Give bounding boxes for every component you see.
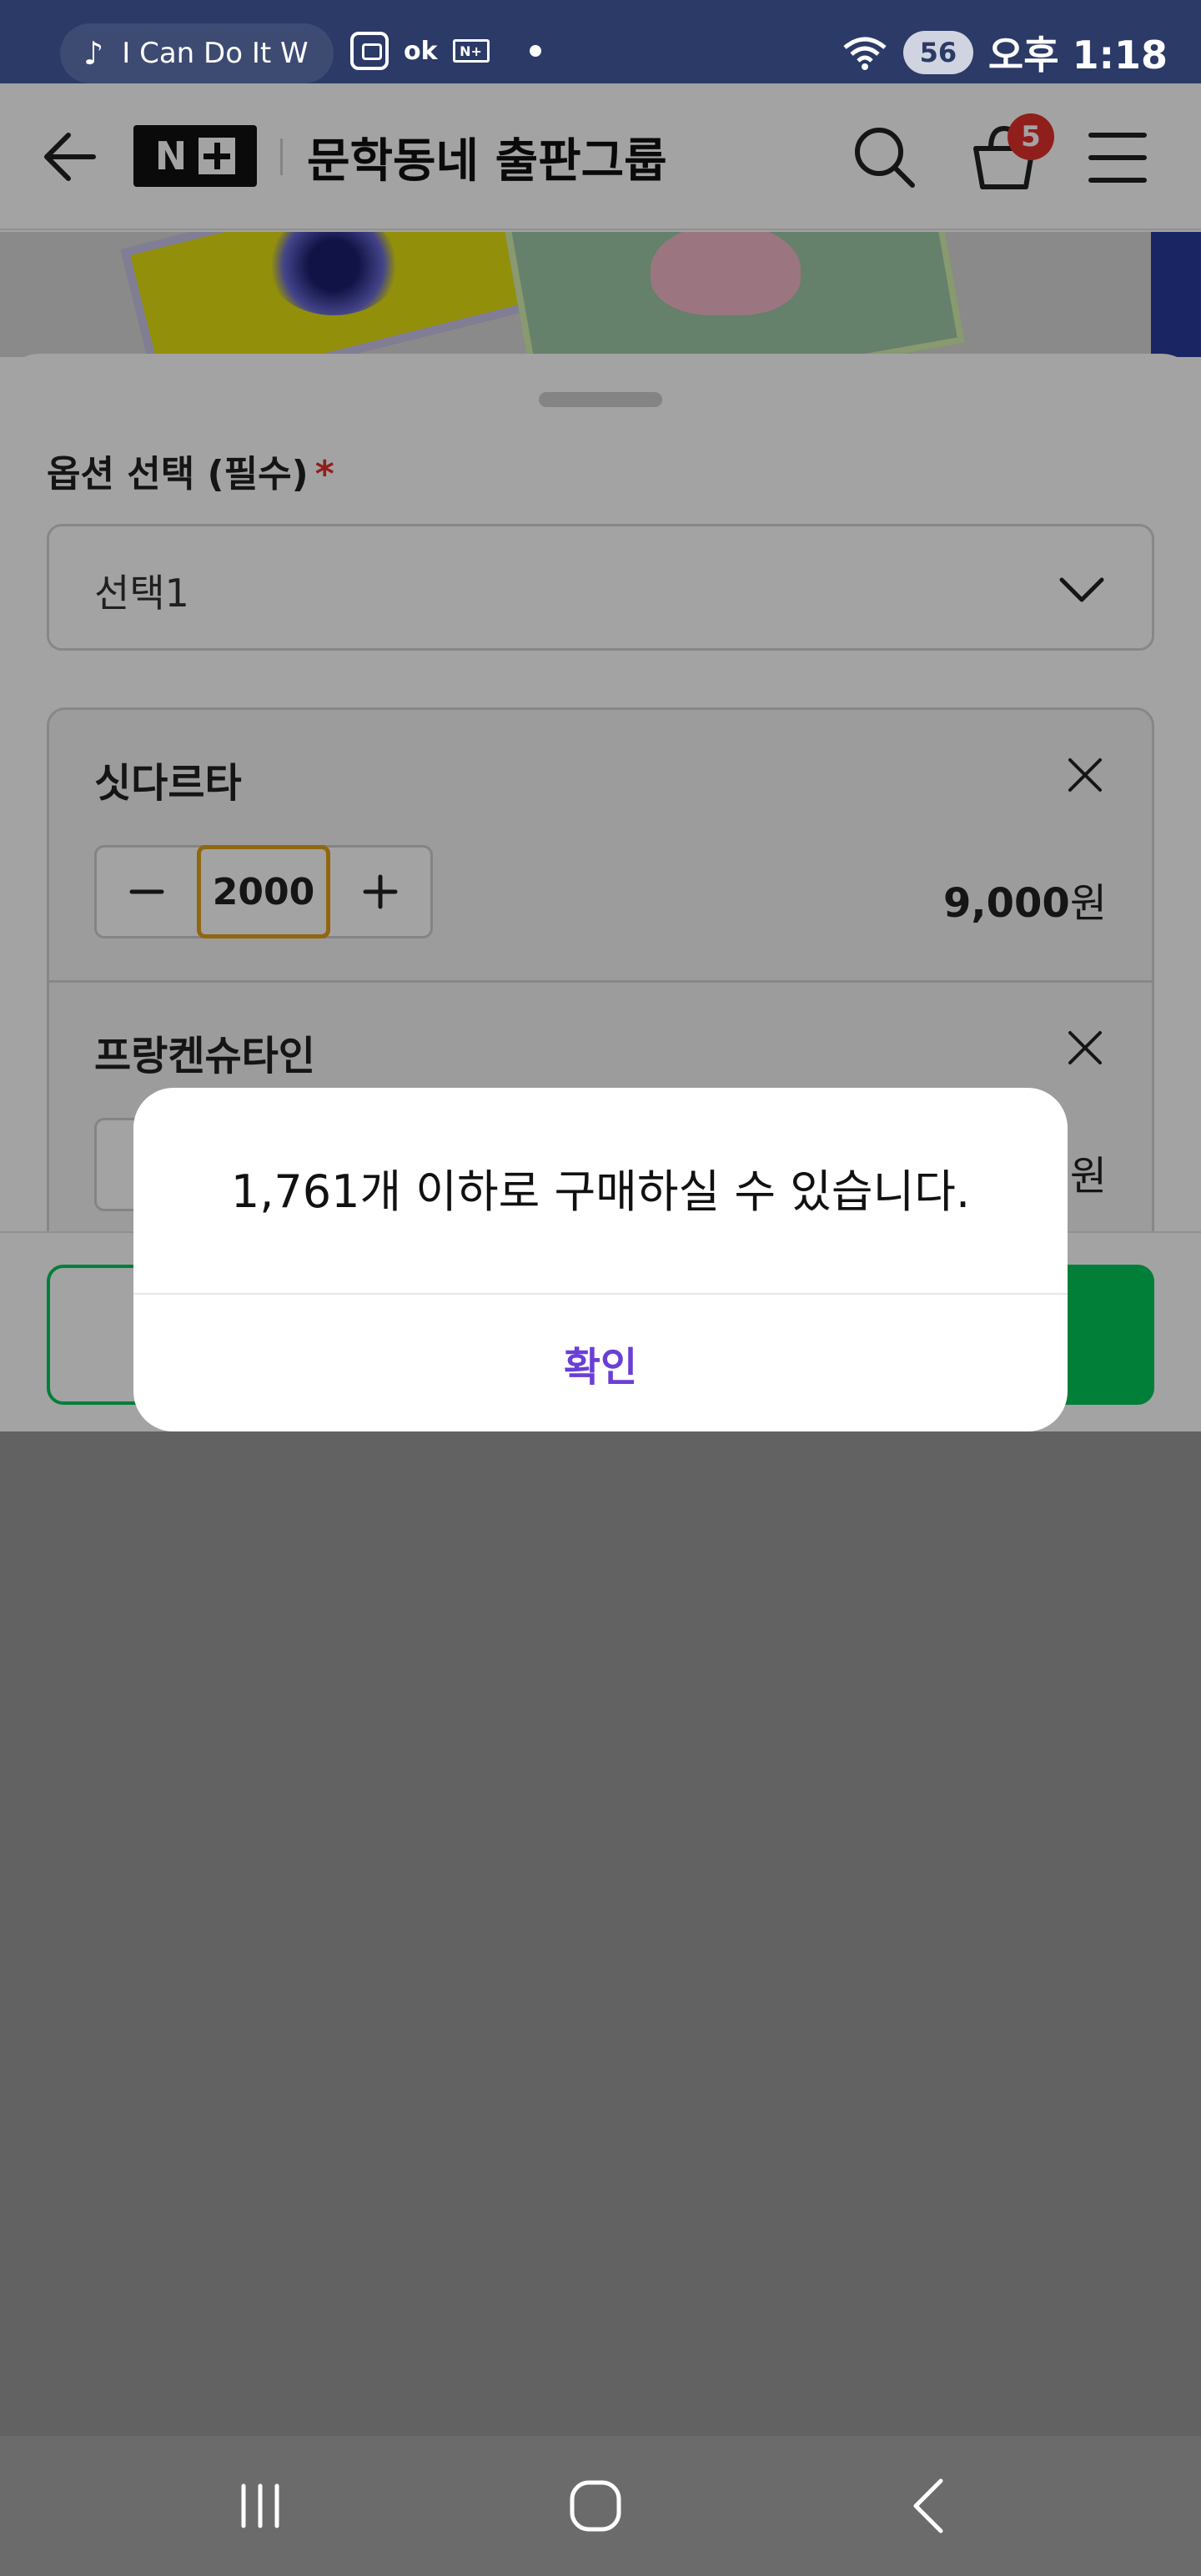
notification-icons: ok N+ xyxy=(350,32,541,70)
dialog-message: 1,761개 이하로 구매하실 수 있습니다. xyxy=(230,1165,971,1218)
screenshot-icon xyxy=(350,32,389,70)
home-icon[interactable] xyxy=(562,2473,629,2539)
ok-cashbag-icon: ok xyxy=(404,36,438,66)
back-chevron-icon[interactable] xyxy=(897,2473,964,2539)
alert-dialog: 1,761개 이하로 구매하실 수 있습니다. 확인 xyxy=(133,1088,1068,1431)
modal-backdrop-lower[interactable] xyxy=(0,1431,1201,2436)
media-player-chip[interactable]: ♪ I Can Do It W xyxy=(60,23,334,83)
clock: 오후 1:18 xyxy=(987,33,1168,78)
confirm-button[interactable]: 확인 xyxy=(133,1295,1068,1431)
recents-icon[interactable] xyxy=(227,2473,294,2539)
system-navigation-bar xyxy=(0,2436,1201,2576)
media-title: I Can Do It W xyxy=(122,37,309,70)
music-note-icon: ♪ xyxy=(83,35,104,72)
status-right: 56 오후 1:18 xyxy=(842,25,1168,80)
naver-plus-icon: N+ xyxy=(452,39,490,63)
battery-indicator: 56 xyxy=(902,31,973,74)
more-notifications-dot xyxy=(529,45,541,57)
status-bar: ♪ I Can Do It W ok N+ 56 오후 1:18 xyxy=(0,0,1201,83)
wifi-icon xyxy=(843,37,887,70)
